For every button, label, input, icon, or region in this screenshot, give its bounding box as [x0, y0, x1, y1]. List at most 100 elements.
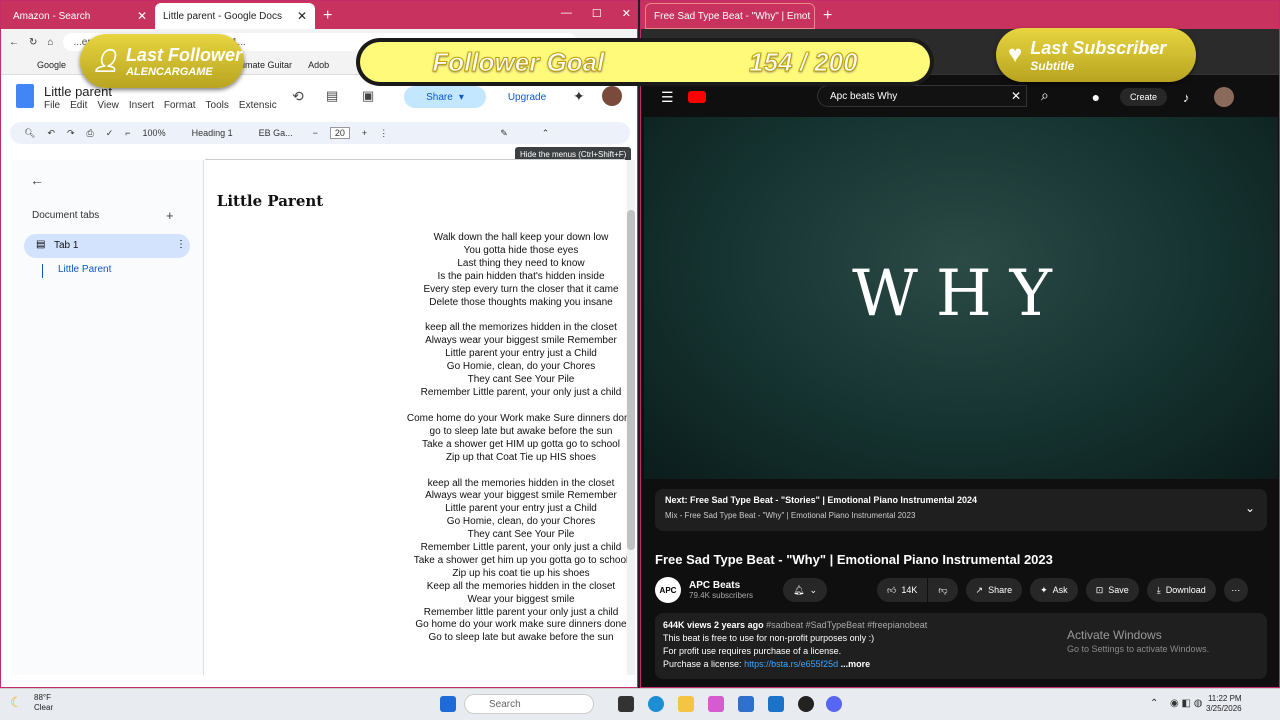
scroll-thumb[interactable]: [627, 210, 635, 550]
minimize-icon[interactable]: —: [561, 7, 572, 20]
undo-icon[interactable]: ↶: [47, 128, 55, 139]
close-tab-icon[interactable]: ✕: [297, 9, 307, 23]
share-yt-button[interactable]: ↗ Share: [965, 578, 1023, 602]
menu-file[interactable]: File: [44, 100, 60, 111]
clear-search-icon[interactable]: ✕: [1011, 89, 1021, 103]
menu-icon[interactable]: ☰: [661, 89, 674, 106]
save-button[interactable]: ⊡ Save: [1085, 578, 1139, 602]
subscribed-button[interactable]: 🔔︎ ⌄: [783, 578, 827, 602]
create-button[interactable]: Create: [1120, 88, 1168, 106]
outline-item[interactable]: Little Parent: [42, 264, 111, 278]
obs-icon[interactable]: [798, 696, 814, 712]
tab-youtube[interactable]: Free Sad Type Beat - "Why" | Emot ✕: [645, 3, 815, 29]
zoom-select[interactable]: 100%: [143, 128, 166, 138]
tab-name: Tab 1: [54, 240, 79, 251]
close-tab-icon[interactable]: ✕: [137, 9, 147, 23]
editing-mode-icon[interactable]: ✎: [500, 128, 508, 139]
search-menus-icon[interactable]: 🔍︎: [24, 128, 35, 139]
menu-tools[interactable]: Tools: [206, 100, 229, 111]
font-size-input[interactable]: 20: [329, 127, 350, 139]
license-link[interactable]: https://bsta.rs/e655f25d: [744, 659, 838, 669]
upgrade-button[interactable]: Upgrade: [496, 86, 558, 108]
close-window-icon[interactable]: ✕: [622, 7, 631, 20]
edge-icon[interactable]: [648, 696, 664, 712]
mic-icon[interactable]: ●: [1092, 89, 1100, 105]
left-tab-strip: Amazon - Search ✕ Little parent - Google…: [1, 1, 637, 29]
file-explorer-icon[interactable]: [678, 696, 694, 712]
maximize-icon[interactable]: ☐: [592, 7, 602, 20]
video-player[interactable]: WHY: [644, 117, 1278, 479]
menu-edit[interactable]: Edit: [70, 100, 87, 111]
chevron-down-icon[interactable]: ⌄: [1245, 501, 1255, 515]
menu-view[interactable]: View: [97, 100, 119, 111]
avatar[interactable]: [602, 86, 622, 106]
paint-format-icon[interactable]: ⌐: [125, 128, 130, 138]
hashtags[interactable]: #sadbeat #SadTypeBeat #freepianobeat: [766, 620, 927, 630]
hide-menus-icon[interactable]: ⌃: [542, 128, 550, 139]
menu-format[interactable]: Format: [164, 100, 196, 111]
like-button[interactable]: 👍︎ 14K: [876, 578, 928, 602]
share-button[interactable]: Share ▾: [404, 86, 486, 108]
bookmark-adobe[interactable]: Adob: [308, 60, 329, 70]
decrease-font-icon[interactable]: −: [313, 128, 318, 138]
back-icon[interactable]: ←: [9, 37, 19, 48]
discord-icon[interactable]: [826, 696, 842, 712]
back-arrow-icon[interactable]: ←: [30, 172, 44, 188]
gemini-icon[interactable]: ✦: [573, 88, 585, 105]
account-avatar[interactable]: [1213, 87, 1234, 107]
docs-logo-icon[interactable]: [16, 84, 34, 108]
copilot-icon[interactable]: [708, 696, 724, 712]
print-icon[interactable]: ⎙: [87, 128, 94, 139]
new-tab-icon[interactable]: +: [315, 7, 340, 29]
youtube-logo-icon[interactable]: [687, 91, 706, 103]
next-up-panel[interactable]: Next: Free Sad Type Beat - "Stories" | E…: [655, 489, 1267, 531]
menu-extensions[interactable]: Extensic: [239, 100, 277, 111]
tray-chevron-icon[interactable]: ⌃: [1150, 698, 1158, 709]
taskbar-search[interactable]: Search: [464, 694, 594, 714]
chevron-down-icon[interactable]: ▾: [459, 92, 464, 103]
history-icon[interactable]: ⟲: [292, 88, 304, 105]
subscriber-name: Subtitle: [1030, 58, 1075, 73]
redo-icon[interactable]: ↷: [67, 128, 75, 139]
more-link[interactable]: ...more: [841, 659, 871, 669]
start-icon[interactable]: [440, 696, 456, 712]
search-icon[interactable]: ⌕: [1041, 87, 1049, 104]
tab-options-icon[interactable]: ⋮: [176, 239, 186, 250]
document-page[interactable]: [205, 160, 625, 675]
meet-icon[interactable]: ▣: [362, 88, 374, 104]
ask-label: Ask: [1052, 585, 1068, 595]
comments-icon[interactable]: ▤: [326, 88, 338, 104]
channel-avatar[interactable]: APC: [655, 577, 681, 603]
bookmark-google[interactable]: Google: [37, 60, 66, 70]
tab-google-docs[interactable]: Little parent - Google Docs ✕: [155, 3, 315, 29]
doc-scrollbar[interactable]: [627, 160, 635, 675]
tab-amazon[interactable]: Amazon - Search ✕: [5, 3, 155, 29]
reload-icon[interactable]: ↻: [29, 37, 37, 48]
store-icon[interactable]: [738, 696, 754, 712]
new-tab-icon[interactable]: +: [815, 7, 840, 29]
task-view-icon[interactable]: [618, 696, 634, 712]
weather-icon[interactable]: ☾: [10, 694, 23, 711]
youtube-search-input[interactable]: Apc beats Why: [817, 85, 1027, 107]
add-tab-icon[interactable]: +: [166, 208, 174, 223]
increase-font-icon[interactable]: +: [362, 128, 367, 138]
tab-doc-icon: ▤: [36, 239, 46, 250]
mail-icon[interactable]: [768, 696, 784, 712]
menu-insert[interactable]: Insert: [129, 100, 154, 111]
tab-item-tab1[interactable]: ▤ Tab 1 ⋮: [24, 234, 190, 258]
ask-button[interactable]: ✦ Ask: [1030, 578, 1078, 602]
spellcheck-icon[interactable]: ✓: [106, 128, 114, 139]
style-select[interactable]: Heading 1: [192, 128, 233, 138]
more-options-icon[interactable]: ⋮: [379, 128, 388, 139]
dislike-button[interactable]: 👎︎: [928, 578, 958, 602]
font-select[interactable]: EB Ga...: [259, 128, 293, 138]
channel-name[interactable]: APC Beats: [689, 580, 779, 591]
more-actions-button[interactable]: ⋯: [1223, 578, 1248, 602]
tray-icons[interactable]: ◉ ◧ ◍: [1170, 698, 1202, 709]
notifications-icon[interactable]: ♪: [1183, 90, 1190, 105]
download-label: Download: [1165, 585, 1206, 595]
home-icon[interactable]: ⌂: [47, 37, 53, 48]
weather-widget[interactable]: 88°F Clear: [34, 693, 53, 713]
clock[interactable]: 11:22 PM 3/25/2026: [1206, 694, 1242, 714]
download-button[interactable]: ⤓ Download: [1146, 578, 1216, 602]
